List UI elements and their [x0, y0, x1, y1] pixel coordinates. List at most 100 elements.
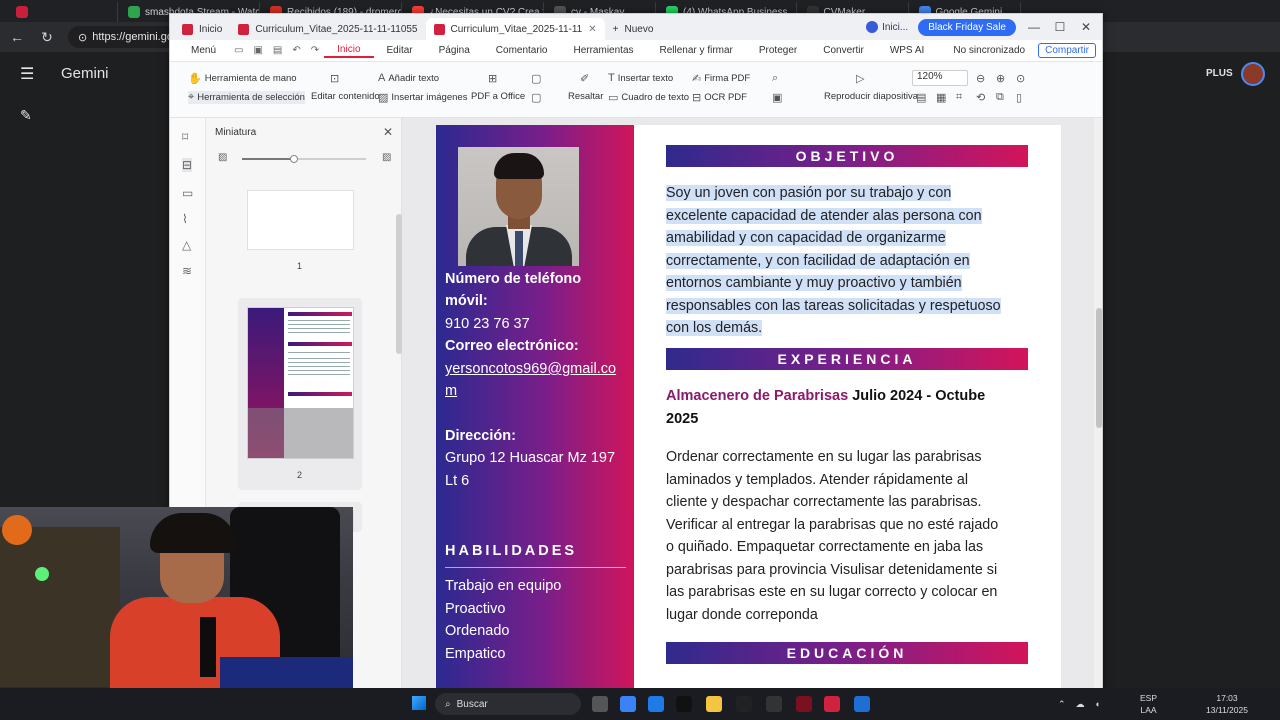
- clock[interactable]: 17:03 13/11/2025: [1205, 692, 1249, 716]
- page-thumbnail[interactable]: [247, 307, 354, 459]
- capcut-icon[interactable]: [736, 696, 752, 712]
- reload-icon[interactable]: ↻: [38, 29, 56, 46]
- chrome-icon[interactable]: [766, 696, 782, 712]
- app-icon[interactable]: [796, 696, 812, 712]
- toolbar-small-icon[interactable]: ▢: [531, 72, 541, 85]
- job-line[interactable]: Ordenar correctamente en su lugar las pa…: [666, 446, 1028, 469]
- job-description[interactable]: Ordenar correctamente en su lugar las pa…: [666, 446, 1028, 626]
- add-text-button[interactable]: A Añadir texto: [378, 72, 439, 84]
- avatar[interactable]: [1241, 62, 1265, 86]
- address-value[interactable]: Lt 6: [445, 470, 469, 493]
- toolbar-small-icon[interactable]: ▣: [772, 91, 782, 104]
- pdf-to-office-button[interactable]: PDF a Office: [471, 91, 525, 102]
- folder-icon[interactable]: [706, 696, 722, 712]
- bookmark-icon[interactable]: ⌑: [182, 130, 188, 144]
- menu-editar[interactable]: Editar: [374, 45, 426, 56]
- toolbar-small-icon[interactable]: ▢: [531, 91, 541, 104]
- hand-tool-button[interactable]: ✋ Herramienta de mano: [188, 72, 297, 85]
- page-icon[interactable]: ▯: [1016, 91, 1022, 104]
- job-line[interactable]: laminados y templados. Atender rápidamen…: [666, 469, 1028, 492]
- address-bar[interactable]: ⊙https://gemini.google.: [68, 26, 180, 48]
- job-line[interactable]: lugar donde correponda: [666, 604, 1028, 627]
- speaker-icon[interactable]: ◖: [1095, 699, 1100, 709]
- phone-value[interactable]: 910 23 76 37: [445, 313, 530, 336]
- print-icon[interactable]: ▤: [268, 45, 287, 56]
- cloud-icon[interactable]: ☁: [1076, 699, 1085, 710]
- view-grid-icon[interactable]: ▦: [936, 91, 946, 104]
- skill-item[interactable]: Trabajo en equipo: [445, 575, 561, 598]
- job-line[interactable]: Verificar al entregar la parabrisas que …: [666, 514, 1028, 537]
- selected-text[interactable]: correctamente, y con facilidad de adapta…: [666, 252, 970, 269]
- edge-icon[interactable]: [648, 696, 664, 712]
- selected-text[interactable]: excelente capacidad de atender alas pers…: [666, 207, 982, 224]
- document-scrollbar[interactable]: [1094, 118, 1102, 688]
- minimize-icon[interactable]: —: [1026, 20, 1042, 34]
- back-icon[interactable]: ←: [8, 29, 26, 45]
- new-chat-icon[interactable]: ✎: [20, 107, 32, 124]
- email-link[interactable]: yersoncotos969@gmail.co: [445, 358, 616, 381]
- skill-item[interactable]: Ordenado: [445, 620, 510, 643]
- menu-proteger[interactable]: Proteger: [746, 45, 810, 56]
- rotate-icon[interactable]: ⟲: [976, 91, 985, 104]
- outlook-icon[interactable]: [854, 696, 870, 712]
- menu-pagina[interactable]: Página: [426, 45, 483, 56]
- job-line[interactable]: las parabrisas este en su lugar correcto…: [666, 581, 1028, 604]
- taskbar-search[interactable]: ⌕ Buscar: [435, 693, 581, 715]
- selected-text[interactable]: responsables con las tareas solicitadas …: [666, 297, 1001, 314]
- job-dates[interactable]: 2025: [666, 411, 698, 427]
- wps-tab-document[interactable]: Curriculum_Vitae_2025-11-11-11055: [230, 18, 425, 40]
- maximize-icon[interactable]: ☐: [1052, 20, 1068, 34]
- tiktok-icon[interactable]: [676, 696, 692, 712]
- undo-icon[interactable]: ↶: [287, 45, 305, 56]
- highlight-icon[interactable]: ✐: [580, 72, 589, 85]
- wps-icon[interactable]: [824, 696, 840, 712]
- close-icon[interactable]: ✕: [383, 125, 393, 139]
- email-link[interactable]: m: [445, 380, 457, 403]
- attachment-icon[interactable]: ⌇: [182, 212, 188, 226]
- layers-icon[interactable]: ≋: [182, 264, 192, 278]
- address-value[interactable]: Grupo 12 Huascar Mz 197: [445, 447, 615, 470]
- close-tab-icon[interactable]: ✕: [588, 24, 596, 35]
- menu-wps-ai[interactable]: WPS AI: [877, 45, 937, 56]
- insert-images-button[interactable]: ▨ Insertar imágenes: [378, 91, 467, 104]
- windows-start-icon[interactable]: [412, 696, 426, 710]
- signature-panel-icon[interactable]: △: [182, 238, 191, 252]
- fit-page-icon[interactable]: ⊙: [1016, 72, 1025, 85]
- search-icon[interactable]: ⌕: [772, 72, 778, 85]
- zoom-select[interactable]: 120%: [912, 70, 968, 86]
- view-single-icon[interactable]: ▤: [916, 91, 926, 104]
- select-tool-button[interactable]: ⌖ Herramienta de selección: [188, 91, 305, 104]
- highlight-button[interactable]: Resaltar: [568, 91, 603, 102]
- close-icon[interactable]: ✕: [1078, 20, 1094, 34]
- text-box-button[interactable]: ▭ Cuadro de texto: [608, 91, 689, 104]
- pdf-office-icon[interactable]: ⊞: [488, 72, 497, 85]
- wps-tab-document-active[interactable]: Curriculum_Vitae_2025-11-11 ✕: [425, 18, 605, 40]
- page-thumbnail[interactable]: [247, 190, 354, 250]
- share-button[interactable]: Compartir: [1038, 43, 1096, 58]
- thumbnail-icon[interactable]: ⊟: [182, 158, 193, 172]
- play-icon[interactable]: ▷: [856, 72, 864, 85]
- comment-icon[interactable]: ▭: [182, 186, 193, 200]
- job-line[interactable]: cliente y despachar correctamente las pa…: [666, 491, 1028, 514]
- selected-text[interactable]: con los demás.: [666, 320, 763, 336]
- redo-icon[interactable]: ↷: [306, 45, 324, 56]
- browser-tab[interactable]: [8, 2, 118, 22]
- menu-convertir[interactable]: Convertir: [810, 45, 877, 56]
- menu-comentario[interactable]: Comentario: [483, 45, 561, 56]
- skill-item[interactable]: Proactivo: [445, 598, 505, 621]
- menu-inicio[interactable]: Inicio: [324, 44, 374, 58]
- zoom-out-icon[interactable]: ⊖: [976, 72, 985, 85]
- job-title[interactable]: Almacenero de Parabrisas Julio 2024 - Oc…: [666, 385, 1006, 430]
- promo-button[interactable]: Black Friday Sale: [918, 18, 1016, 36]
- edit-content-icon[interactable]: ⊡: [330, 72, 339, 85]
- slider-handle[interactable]: [290, 155, 298, 163]
- job-role[interactable]: Almacenero de Parabrisas: [666, 388, 848, 404]
- app-icon[interactable]: [620, 696, 636, 712]
- crop-icon[interactable]: ⌗: [956, 91, 962, 104]
- menu-main[interactable]: Menú: [178, 45, 229, 56]
- wps-tab-home[interactable]: Inicio: [174, 18, 230, 40]
- job-line[interactable]: o quiñado. Empaquetar correctamente en j…: [666, 536, 1028, 559]
- selected-text[interactable]: Soy un joven con pasión por su trabajo y…: [666, 185, 952, 201]
- user-login[interactable]: Inici...: [866, 21, 908, 33]
- thumb-large-icon[interactable]: ▨: [382, 152, 391, 163]
